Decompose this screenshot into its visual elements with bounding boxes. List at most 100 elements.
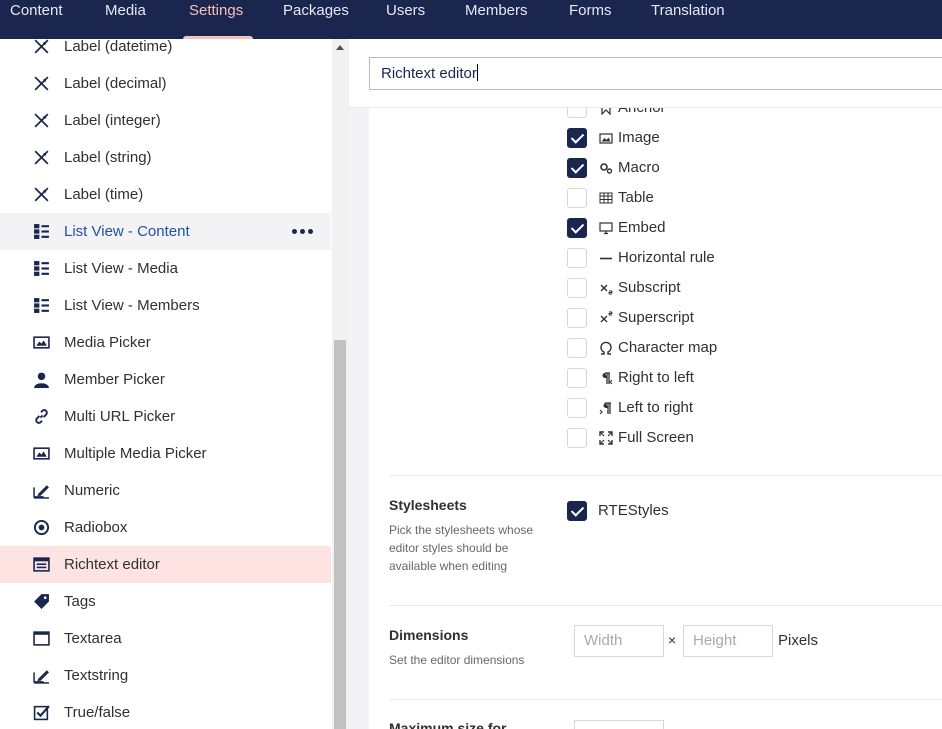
tab-members[interactable]: Members bbox=[465, 0, 528, 39]
max-size-input[interactable] bbox=[574, 720, 664, 729]
tab-translation[interactable]: Translation bbox=[651, 0, 725, 39]
autofill-icon bbox=[32, 667, 50, 685]
option-horizontal-rule[interactable]: Horizontal rule bbox=[567, 247, 715, 269]
tree-item-list-view-content[interactable]: List View - Content bbox=[0, 213, 331, 250]
divider bbox=[389, 475, 942, 476]
option-label: Full Screen bbox=[618, 429, 694, 446]
checkbox[interactable] bbox=[567, 368, 587, 388]
option-subscript[interactable]: Subscript bbox=[567, 277, 681, 299]
editor-header: Richtext editor bbox=[349, 39, 942, 108]
monitor-icon bbox=[599, 221, 613, 235]
stylesheet-option-rtestyles[interactable]: RTEStyles bbox=[567, 500, 669, 522]
option-image[interactable]: Image bbox=[567, 127, 660, 149]
checkbox[interactable] bbox=[567, 108, 587, 118]
omega-icon bbox=[599, 341, 613, 355]
tree-item-label: Multiple Media Picker bbox=[64, 445, 207, 462]
tree-item-true-false[interactable]: True/false bbox=[0, 694, 331, 729]
option-full-screen[interactable]: Full Screen bbox=[567, 427, 694, 449]
subscript-icon bbox=[599, 281, 613, 295]
checkbox[interactable] bbox=[567, 278, 587, 298]
tree-item-label: Numeric bbox=[64, 482, 120, 499]
tree-item-multiple-media-picker[interactable]: Multiple Media Picker bbox=[0, 435, 331, 472]
tab-users[interactable]: Users bbox=[386, 0, 425, 39]
option-label: Right to left bbox=[618, 369, 694, 386]
list-view-icon bbox=[32, 260, 50, 278]
option-left-to-right[interactable]: Left to right bbox=[567, 397, 693, 419]
tree-item-label: Radiobox bbox=[64, 519, 128, 536]
name-input[interactable]: Richtext editor bbox=[369, 57, 942, 90]
option-macro[interactable]: Macro bbox=[567, 157, 660, 179]
tree-item-label-datetime[interactable]: Label (datetime) bbox=[0, 39, 331, 65]
checkbox[interactable] bbox=[567, 428, 587, 448]
checkbox[interactable] bbox=[567, 308, 587, 328]
tags-icon bbox=[32, 593, 50, 611]
checkbox[interactable] bbox=[567, 188, 587, 208]
option-anchor[interactable]: Anchor bbox=[567, 108, 666, 119]
properties-card: Anchor Image Macro Table Embed Horizonta… bbox=[369, 108, 942, 729]
tree-item-label-time[interactable]: Label (time) bbox=[0, 176, 331, 213]
tree-item-multi-url-picker[interactable]: Multi URL Picker bbox=[0, 398, 331, 435]
tree-item-richtext-editor[interactable]: Richtext editor bbox=[0, 546, 331, 583]
dimension-unit: Pixels bbox=[778, 632, 819, 649]
checkbox[interactable] bbox=[567, 338, 587, 358]
tab-media[interactable]: Media bbox=[105, 0, 146, 39]
divider bbox=[389, 699, 942, 700]
tree-item-list-view-members[interactable]: List View - Members bbox=[0, 287, 331, 324]
user-icon bbox=[32, 371, 50, 389]
tree-item-member-picker[interactable]: Member Picker bbox=[0, 361, 331, 398]
tree-item-label: True/false bbox=[64, 704, 131, 721]
picture-icon bbox=[32, 445, 50, 463]
option-right-to-left[interactable]: Right to left bbox=[567, 367, 694, 389]
tree-item-list-view-media[interactable]: List View - Media bbox=[0, 250, 331, 287]
label-icon bbox=[32, 112, 50, 130]
tab-forms[interactable]: Forms bbox=[569, 0, 612, 39]
option-table[interactable]: Table bbox=[567, 187, 654, 209]
tree-item-radiobox[interactable]: Radiobox bbox=[0, 509, 331, 546]
scrollbar-thumb[interactable] bbox=[334, 340, 346, 729]
tab-content[interactable]: Content bbox=[10, 0, 63, 39]
scroll-up-arrow-icon[interactable] bbox=[336, 45, 344, 50]
list-view-icon bbox=[32, 297, 50, 315]
tree-item-tags[interactable]: Tags bbox=[0, 583, 331, 620]
width-input[interactable]: Width bbox=[574, 625, 664, 657]
table-icon bbox=[599, 191, 613, 205]
cogs-icon bbox=[599, 161, 613, 175]
option-label: Left to right bbox=[618, 399, 694, 416]
data-types-tree: Label (datetime) Label (decimal) Label (… bbox=[0, 39, 332, 729]
label-icon bbox=[32, 186, 50, 204]
dimensions-description: Set the editor dimensions bbox=[389, 653, 525, 667]
option-character-map[interactable]: Character map bbox=[567, 337, 717, 359]
tree-item-label-integer[interactable]: Label (integer) bbox=[0, 102, 331, 139]
more-actions-icon[interactable] bbox=[292, 225, 316, 237]
application-window-icon bbox=[32, 630, 50, 648]
sidebar-scrollbar[interactable] bbox=[332, 39, 349, 729]
tree-item-media-picker[interactable]: Media Picker bbox=[0, 324, 331, 361]
tree-item-textstring[interactable]: Textstring bbox=[0, 657, 331, 694]
checkbox[interactable] bbox=[567, 158, 587, 178]
tab-packages[interactable]: Packages bbox=[283, 0, 349, 39]
checkbox[interactable] bbox=[567, 128, 587, 148]
option-label: Superscript bbox=[618, 309, 694, 326]
option-superscript[interactable]: Superscript bbox=[567, 307, 694, 329]
checkbox[interactable] bbox=[567, 398, 587, 418]
ltr-icon bbox=[599, 401, 613, 415]
browser-window-icon bbox=[32, 556, 50, 574]
label-icon bbox=[32, 75, 50, 93]
stylesheets-title: Stylesheets bbox=[389, 497, 467, 513]
dimension-separator: × bbox=[668, 632, 677, 648]
option-embed[interactable]: Embed bbox=[567, 217, 666, 239]
tab-settings[interactable]: Settings bbox=[182, 0, 254, 39]
option-label: Horizontal rule bbox=[618, 249, 715, 266]
tree-item-textarea[interactable]: Textarea bbox=[0, 620, 331, 657]
tree-item-label-decimal[interactable]: Label (decimal) bbox=[0, 65, 331, 102]
option-label: RTEStyles bbox=[598, 502, 669, 519]
rtl-icon bbox=[599, 371, 613, 385]
tree-item-numeric[interactable]: Numeric bbox=[0, 472, 331, 509]
checkbox[interactable] bbox=[567, 248, 587, 268]
checkbox[interactable] bbox=[567, 218, 587, 238]
checkbox-icon bbox=[32, 704, 50, 722]
tree-item-label-string[interactable]: Label (string) bbox=[0, 139, 331, 176]
checkbox[interactable] bbox=[567, 501, 587, 521]
height-input[interactable]: Height bbox=[683, 625, 773, 657]
target-icon bbox=[32, 519, 50, 537]
